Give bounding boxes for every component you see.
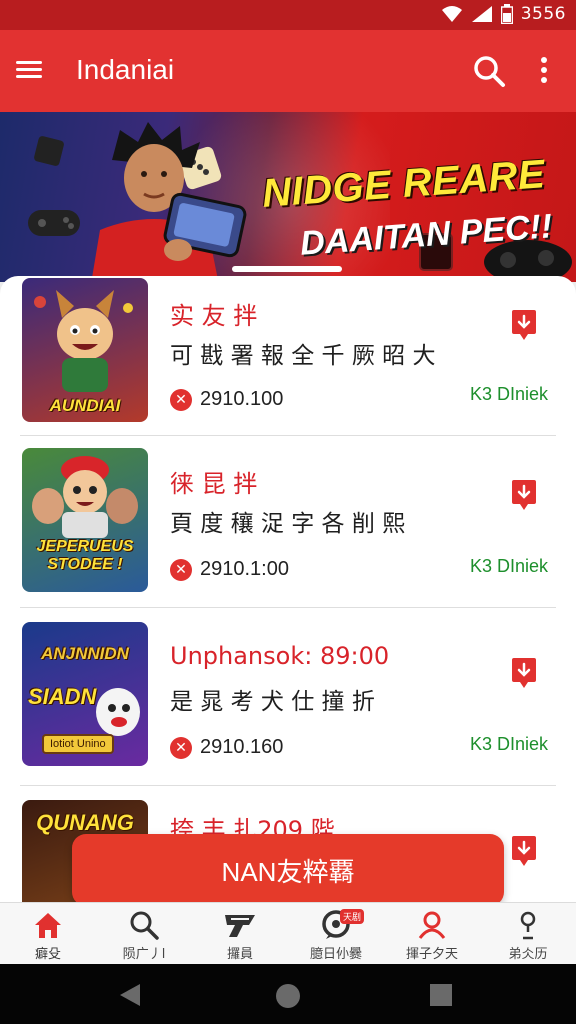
game-price: 2910.100 xyxy=(200,388,284,410)
thumbnail-title: JEPERUEUS STODEE ! xyxy=(36,538,134,573)
signal-icon xyxy=(471,6,492,22)
download-status: K3 DIniek xyxy=(469,384,548,404)
back-icon[interactable] xyxy=(118,982,142,1008)
thumbnail-title: QUNANG xyxy=(36,810,134,835)
list-item[interactable]: ANJNNIDN SIADN Iotiot Unino Unphansok: 8… xyxy=(0,608,576,786)
game-thumbnail: JEPERUEUS STODEE ! xyxy=(22,448,148,592)
search-icon xyxy=(130,911,159,940)
more-vert-icon xyxy=(541,57,547,83)
game-name: Unphansok: 89:00 xyxy=(170,642,390,670)
price-row: ✕ 2910.1:00 xyxy=(170,558,289,581)
download-icon xyxy=(512,480,536,510)
download-status: K3 DIniek xyxy=(469,556,548,576)
clock: 3556 xyxy=(520,4,566,24)
list-item[interactable]: JEPERUEUS STODEE ! 徕 昆 拌 頁 度 穰 浞 字 各 削 熙… xyxy=(0,436,576,608)
download-status: K3 DIniek xyxy=(469,734,548,754)
download-button[interactable] xyxy=(510,478,538,512)
thumbnail-title: AUNDIAI xyxy=(49,396,121,415)
battery-icon xyxy=(500,4,513,24)
notification-badge: 天剧 xyxy=(340,909,365,924)
download-icon xyxy=(512,836,536,866)
nav-item-profile[interactable]: 揮子夕天 xyxy=(384,909,480,962)
profile-icon xyxy=(418,911,446,939)
download-button[interactable] xyxy=(510,834,538,868)
nav-item-messages[interactable]: 天剧 臆日仦爨 xyxy=(288,909,384,962)
bottom-navigation: 癖殳 陨广丿l 攞員 天剧 臆日仦爨 揮子夕天 弟仌历 xyxy=(0,902,576,964)
game-thumbnail: AUNDIAI xyxy=(22,278,148,422)
nav-item-search[interactable]: 陨广丿l xyxy=(96,909,192,962)
game-name: 实 友 拌 xyxy=(170,302,258,330)
thumbnail-title: SIADN xyxy=(28,684,97,709)
promo-banner[interactable]: NIDGE REARE DAAITAN PEC!! xyxy=(0,112,576,282)
download-icon xyxy=(512,310,536,340)
recents-icon[interactable] xyxy=(428,982,454,1008)
user-icon xyxy=(520,911,536,940)
nav-label: 癖殳 xyxy=(34,947,61,962)
price-row: ✕ 2910.160 xyxy=(170,736,283,759)
carousel-indicator xyxy=(232,266,342,272)
primary-action-button[interactable]: NAN友粹覉 xyxy=(72,834,504,906)
close-circle-icon: ✕ xyxy=(170,736,192,759)
game-description: 是 晁 考 犬 仕 撞 折 xyxy=(170,689,375,715)
nav-label: 揮子夕天 xyxy=(405,947,458,962)
download-button[interactable] xyxy=(510,308,538,342)
close-circle-icon: ✕ xyxy=(170,558,192,581)
app-title: Indaniai xyxy=(76,54,175,85)
game-list: AUNDIAI 实 友 拌 可 戡 署 報 全 千 厥 昭 大 ✕ 2910.1… xyxy=(0,276,576,902)
close-circle-icon: ✕ xyxy=(170,388,192,411)
nav-item-home[interactable]: 癖殳 xyxy=(0,909,96,962)
game-name: 徕 昆 拌 xyxy=(170,470,258,498)
nav-item-account[interactable]: 弟仌历 xyxy=(480,909,576,962)
nav-label: 陨广丿l xyxy=(122,947,166,962)
more-options-button[interactable] xyxy=(532,54,556,88)
download-button[interactable] xyxy=(510,656,538,690)
game-description: 頁 度 穰 浞 字 各 削 熙 xyxy=(170,511,406,537)
download-icon xyxy=(512,658,536,688)
game-description: 可 戡 署 報 全 千 厥 昭 大 xyxy=(170,343,436,369)
nav-label: 攞員 xyxy=(226,947,253,962)
home-icon xyxy=(35,913,61,938)
search-icon xyxy=(474,56,505,87)
price-row: ✕ 2910.100 xyxy=(170,388,283,411)
app-bar: Indaniai xyxy=(0,30,576,112)
game-price: 2910.160 xyxy=(200,736,284,758)
nav-label: 弟仌历 xyxy=(508,947,548,962)
ranking-icon xyxy=(225,915,255,937)
gamer-character-illustration xyxy=(91,122,247,282)
nav-label: 臆日仦爨 xyxy=(309,947,362,962)
nav-item-ranking[interactable]: 攞員 xyxy=(192,909,288,962)
system-navigation-bar xyxy=(0,964,576,1024)
menu-button[interactable] xyxy=(16,57,44,85)
game-thumbnail: ANJNNIDN SIADN Iotiot Unino xyxy=(22,622,148,766)
search-button[interactable] xyxy=(472,54,506,88)
wifi-icon xyxy=(441,6,462,22)
game-price: 2910.1:00 xyxy=(200,558,289,580)
home-circle-icon[interactable] xyxy=(274,982,302,1010)
status-bar: 3556 xyxy=(0,0,576,30)
thumbnail-tag: Iotiot Unino xyxy=(42,734,114,754)
list-item[interactable]: AUNDIAI 实 友 拌 可 戡 署 報 全 千 厥 昭 大 ✕ 2910.1… xyxy=(0,276,576,436)
menu-icon xyxy=(16,61,42,64)
